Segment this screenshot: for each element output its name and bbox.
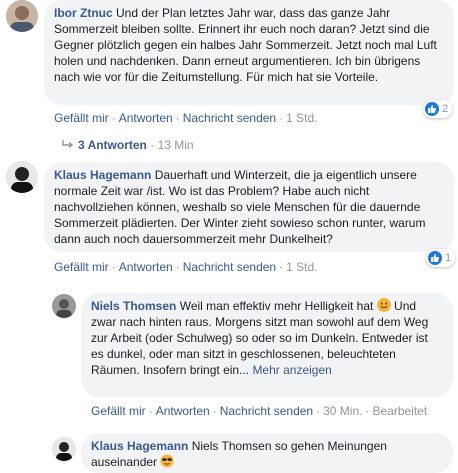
smile-emoji-icon (376, 298, 391, 312)
comment-bubble: Ibor Ztnuc Und der Plan letztes Jahr war… (44, 0, 454, 105)
avatar-klaus-hagemann[interactable] (52, 437, 76, 461)
like-link[interactable]: Gefällt mir (54, 111, 109, 125)
reply-author[interactable]: Klaus Hagemann (91, 439, 188, 453)
sunglasses-emoji-icon (160, 454, 174, 468)
replies-count-label[interactable]: 3 Antworten (78, 138, 147, 152)
edited-label[interactable]: Bearbeitet (372, 404, 427, 418)
like-link[interactable]: Gefällt mir (91, 404, 146, 418)
reply-author[interactable]: Niels Thomsen (91, 299, 176, 313)
timestamp[interactable]: 30 Min. (323, 404, 362, 418)
comment-author[interactable]: Klaus Hagemann (54, 168, 151, 182)
replies-time: 13 Min (157, 138, 194, 152)
comment-actions: Gefällt mir · Antworten · Nachricht senden · 1… (54, 111, 318, 125)
reaction-number: 2 (442, 103, 449, 115)
reply-text: Weil man effektiv mehr Helligkeit hat (179, 299, 374, 313)
timestamp[interactable]: 1 Std. (286, 260, 317, 274)
like-icon (425, 102, 439, 116)
send-message-link[interactable]: Nachricht senden (220, 404, 313, 418)
avatar-klaus-hagemann[interactable] (6, 161, 38, 193)
reply-arrow-icon (62, 140, 74, 149)
timestamp[interactable]: 1 Std. (286, 111, 317, 125)
comment-actions: Gefällt mir · Antworten · Nachricht senden · 1… (54, 260, 318, 274)
avatar-niels-thomsen[interactable] (52, 294, 76, 318)
reaction-count[interactable]: 2 (423, 100, 453, 118)
send-message-link[interactable]: Nachricht senden (183, 260, 276, 274)
send-message-link[interactable]: Nachricht senden (183, 111, 276, 125)
reaction-number: 1 (445, 252, 452, 264)
view-replies-link[interactable]: 3 Antworten · 13 Min (62, 138, 194, 152)
show-more-link[interactable]: Mehr anzeigen (252, 363, 331, 377)
reply-link[interactable]: Antworten (119, 111, 173, 125)
reaction-count[interactable]: 1 (426, 249, 456, 267)
like-icon (428, 251, 442, 265)
reply-link[interactable]: Antworten (156, 404, 210, 418)
like-link[interactable]: Gefällt mir (54, 260, 109, 274)
reply-link[interactable]: Antworten (119, 260, 173, 274)
avatar-ibor-ztnuc[interactable] (6, 0, 38, 32)
comment-bubble: Klaus Hagemann Dauerhaft und Winterzeit,… (44, 162, 454, 252)
comment-author[interactable]: Ibor Ztnuc (54, 6, 113, 20)
reply-bubble: Klaus Hagemann Niels Thomsen so gehen Me… (81, 433, 453, 473)
reply-bubble: Niels Thomsen Weil man effektiv mehr Hel… (81, 293, 453, 397)
reply-actions: Gefällt mir · Antworten · Nachricht senden · 3… (91, 404, 428, 418)
